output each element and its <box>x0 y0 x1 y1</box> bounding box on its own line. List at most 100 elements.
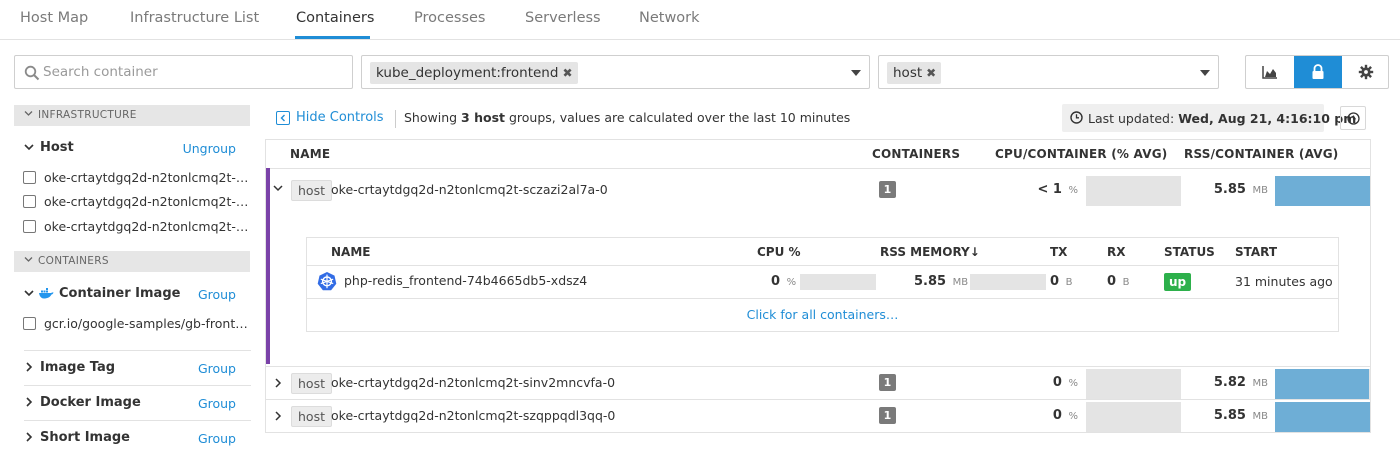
ungroup-link[interactable]: Ungroup <box>183 141 236 156</box>
facet-value: gcr.io/google-samples/gb-frontend:v4 <box>44 316 252 331</box>
group-link[interactable]: Group <box>198 431 236 446</box>
gear-icon <box>1358 64 1374 80</box>
group-by-select-2[interactable]: host ✖ <box>878 55 1219 89</box>
subcolumn-header-status[interactable]: STATUS <box>1164 245 1215 259</box>
cpu-number: < 1 <box>1037 182 1062 197</box>
chevron-down-icon[interactable] <box>851 70 861 76</box>
clock-icon <box>1346 111 1360 125</box>
cpu-unit: % <box>1068 185 1078 196</box>
last-updated-value: Wed, Aug 21, 4:16:10 pm <box>1178 111 1357 126</box>
kubernetes-icon <box>317 272 337 291</box>
chevron-right-icon[interactable] <box>24 397 34 407</box>
divider <box>307 298 1338 299</box>
host-tag: host <box>291 180 332 201</box>
rss-value: 5.82 MB <box>1214 375 1268 390</box>
column-header-name[interactable]: NAME <box>290 147 330 161</box>
checkbox[interactable] <box>23 171 36 184</box>
table-row[interactable]: host oke-crtaytdgq2d-n2tonlcmq2t-sczazi2… <box>266 173 1370 206</box>
subcolumn-header-cpu[interactable]: CPU % <box>757 245 801 259</box>
facet-checkbox-item[interactable]: oke-crtaytdgq2d-n2tonlcmq2t-sinv2mncvfa-… <box>23 193 252 211</box>
cpu-bar <box>1086 369 1181 399</box>
checkbox[interactable] <box>23 317 36 330</box>
rss-bar <box>1275 402 1370 432</box>
filter-chip: kube_deployment:frontend ✖ <box>370 62 578 84</box>
subcolumn-header-name[interactable]: NAME <box>331 245 370 259</box>
summary-prefix: Showing <box>404 110 462 125</box>
container-start: 31 minutes ago <box>1235 274 1333 289</box>
tab-containers[interactable]: Containers <box>296 10 374 26</box>
container-count-badge: 1 <box>879 374 896 391</box>
section-label: INFRASTRUCTURE <box>38 109 137 121</box>
checkbox[interactable] <box>23 195 36 208</box>
tab-infrastructure-list[interactable]: Infrastructure List <box>130 10 259 26</box>
facet-checkbox-item[interactable]: oke-crtaytdgq2d-n2tonlcmq2t-sczazi2al7a-… <box>23 169 252 187</box>
facet-checkbox-item[interactable]: oke-crtaytdgq2d-n2tonlcmq2t-szqppqdl3qq-… <box>23 218 252 236</box>
all-containers-link[interactable]: Click for all containers… <box>307 307 1338 322</box>
facet-short-image: Short Image Group <box>14 427 250 449</box>
table-row[interactable]: host oke-crtaytdgq2d-n2tonlcmq2t-szqppqd… <box>266 399 1370 432</box>
chevron-right-icon[interactable] <box>273 411 283 421</box>
section-containers[interactable]: CONTAINERS <box>14 251 250 272</box>
subcolumn-header-tx[interactable]: TX <box>1050 245 1067 259</box>
summary-suffix: groups, values are calculated over the l… <box>504 110 851 125</box>
divider <box>266 168 1370 169</box>
tab-host-map[interactable]: Host Map <box>20 10 88 26</box>
remove-icon[interactable]: ✖ <box>562 62 572 84</box>
section-label: CONTAINERS <box>38 255 109 267</box>
facet-container-image: Container Image Group <box>14 283 250 305</box>
tab-serverless[interactable]: Serverless <box>525 10 601 26</box>
container-tx-number: 0 <box>1050 274 1060 289</box>
group-link[interactable]: Group <box>198 287 236 302</box>
subcolumn-header-rx[interactable]: RX <box>1107 245 1126 259</box>
chevron-down-icon[interactable] <box>24 142 34 152</box>
rss-bar-fill <box>1275 402 1370 432</box>
host-name: oke-crtaytdgq2d-n2tonlcmq2t-szqppqdl3qq-… <box>331 408 616 423</box>
subcolumn-header-rss[interactable]: RSS MEMORY↓ <box>880 245 980 259</box>
container-rx: 0 B <box>1107 274 1129 289</box>
nav-tabs: Host Map Infrastructure List Containers … <box>0 0 1400 40</box>
section-infrastructure[interactable]: INFRASTRUCTURE <box>14 105 250 126</box>
column-header-rss[interactable]: RSS/CONTAINER (AVG) <box>1184 147 1338 161</box>
container-count-badge: 1 <box>879 181 896 198</box>
lock-icon <box>1312 64 1324 79</box>
container-rss-bar <box>970 274 1046 290</box>
chevron-down-icon[interactable] <box>24 288 34 298</box>
chevron-down-icon[interactable] <box>1200 70 1210 76</box>
search-input[interactable] <box>43 57 343 87</box>
time-reset-button[interactable] <box>1340 106 1366 130</box>
tab-network[interactable]: Network <box>639 10 700 26</box>
facet-checkbox-item[interactable]: gcr.io/google-samples/gb-frontend:v4 <box>23 315 252 333</box>
table-row[interactable]: host oke-crtaytdgq2d-n2tonlcmq2t-sinv2mn… <box>266 366 1370 399</box>
remove-icon[interactable]: ✖ <box>926 62 936 84</box>
container-cpu-bar <box>800 274 876 290</box>
rss-unit: MB <box>1252 185 1269 196</box>
group-link[interactable]: Group <box>198 361 236 376</box>
showing-summary: Showing 3 host groups, values are calcul… <box>404 110 850 125</box>
group-by-select-1[interactable]: kube_deployment:frontend ✖ <box>361 55 870 89</box>
status-badge: up <box>1164 273 1192 291</box>
chevron-right-icon[interactable] <box>24 362 34 372</box>
tab-processes[interactable]: Processes <box>414 10 485 26</box>
settings-button[interactable] <box>1342 56 1390 88</box>
last-updated-label: Last updated: <box>1088 111 1179 126</box>
chevron-down-icon[interactable] <box>273 183 283 193</box>
chevron-right-icon[interactable] <box>273 378 283 388</box>
facet-title: Host <box>40 140 74 155</box>
column-header-containers[interactable]: CONTAINERS <box>872 147 960 161</box>
chevron-right-icon[interactable] <box>24 432 34 442</box>
container-rss-number: 5.85 <box>914 274 947 289</box>
checkbox[interactable] <box>23 220 36 233</box>
active-tab-indicator <box>295 36 370 39</box>
host-tag: host <box>291 373 332 394</box>
rss-value: 5.85 MB <box>1214 408 1268 423</box>
group-link[interactable]: Group <box>198 396 236 411</box>
lock-button[interactable] <box>1294 56 1342 88</box>
container-cpu-unit: % <box>786 277 797 288</box>
column-header-cpu[interactable]: CPU/CONTAINER (% AVG) <box>995 147 1167 161</box>
area-chart-icon <box>1262 66 1277 79</box>
container-name[interactable]: php-redis_frontend-74b4665db5-xdsz4 <box>344 273 587 288</box>
subcolumn-header-start[interactable]: START <box>1235 245 1277 259</box>
chart-view-button[interactable] <box>1246 56 1294 88</box>
facet-docker-image: Docker Image Group <box>14 392 250 414</box>
facet-value: oke-crtaytdgq2d-n2tonlcmq2t-sinv2mncvfa-… <box>44 194 252 209</box>
